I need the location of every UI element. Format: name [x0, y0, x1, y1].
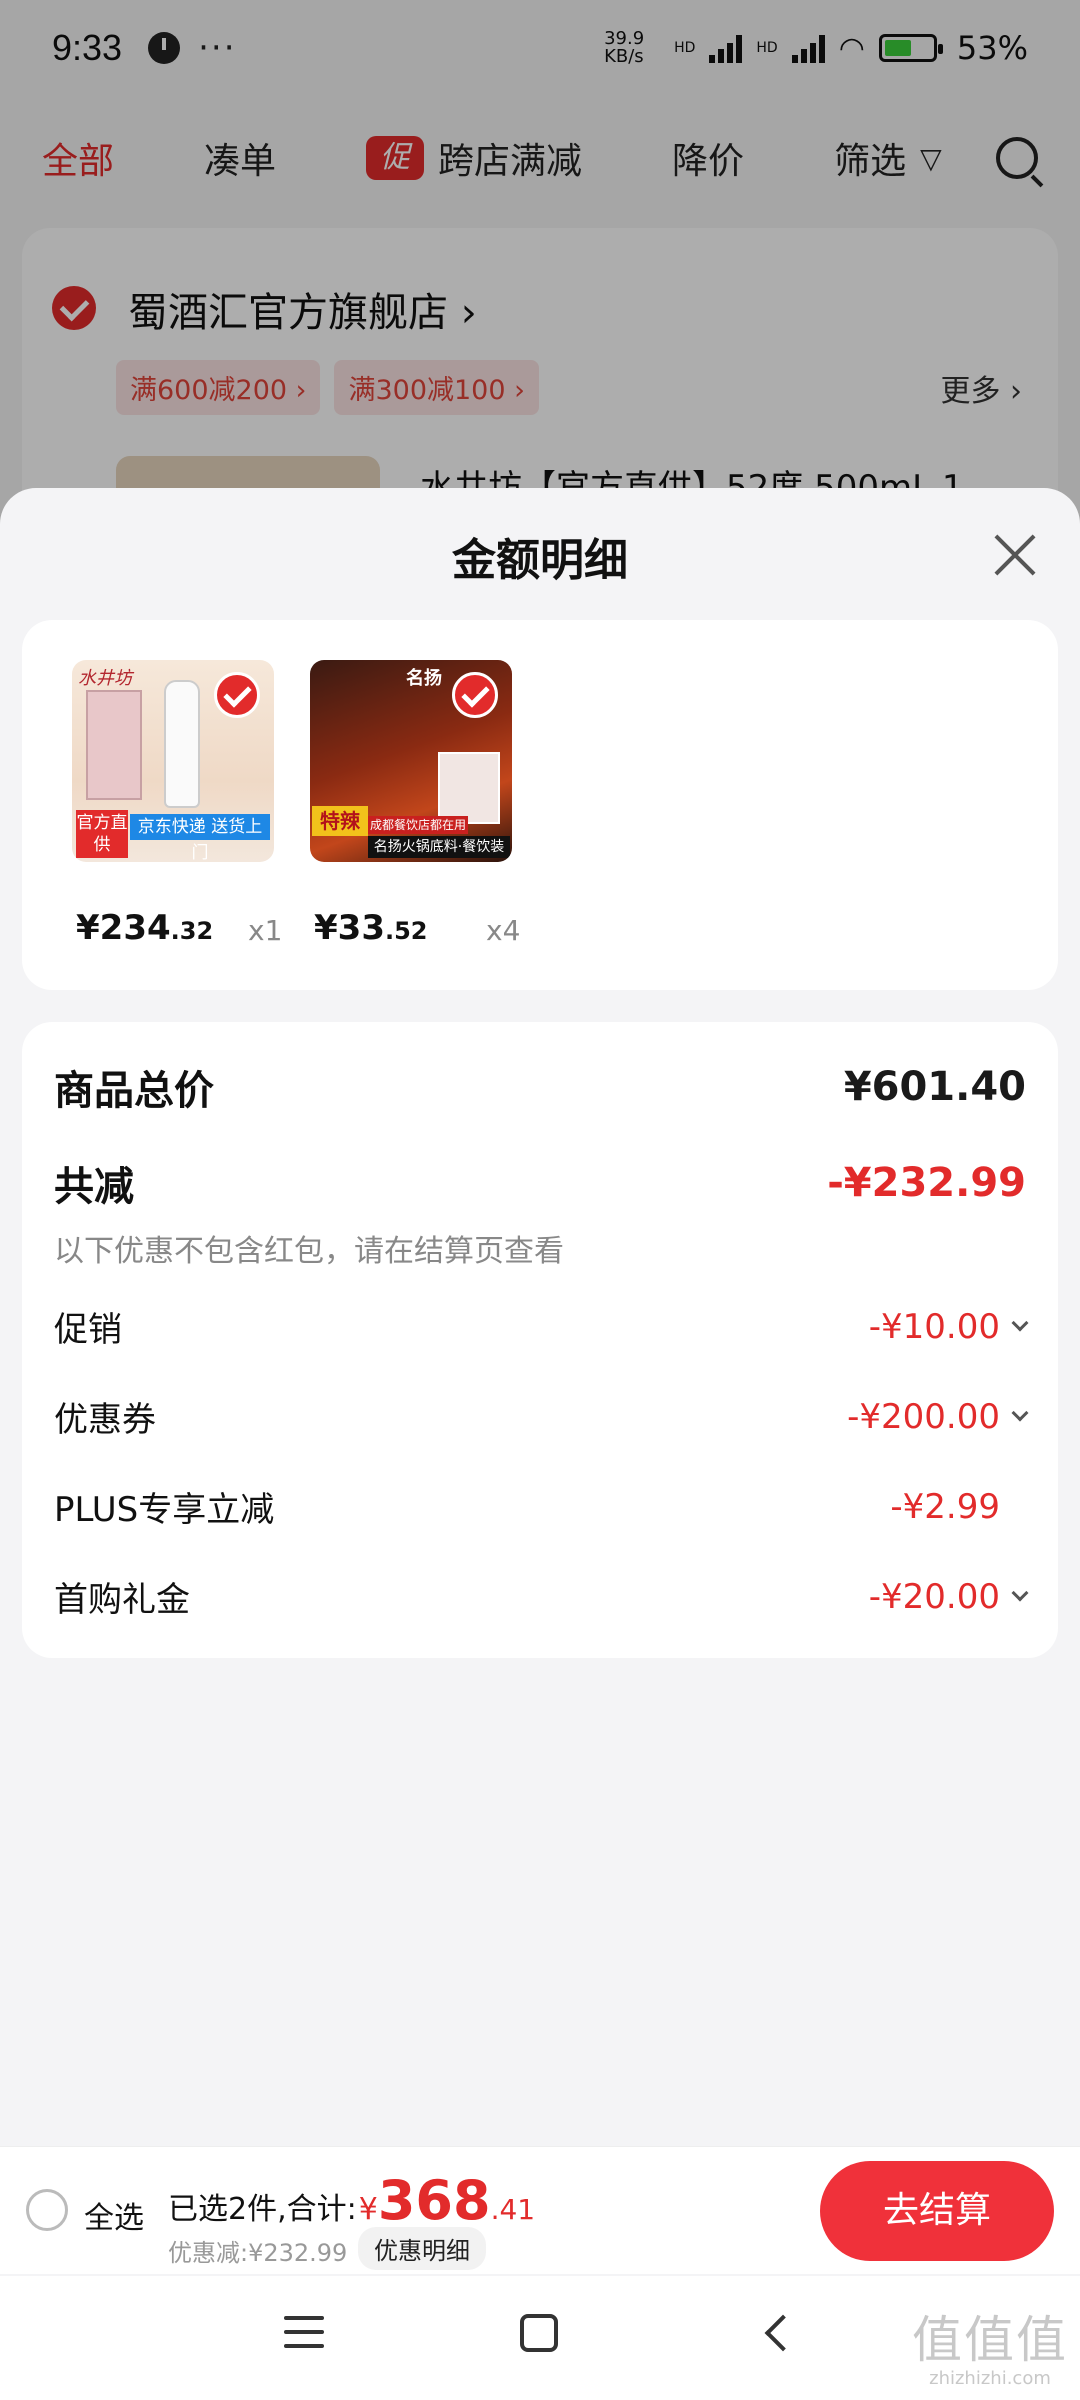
selected-check-icon — [214, 672, 260, 718]
discount-row-plus: PLUS专享立减 -¥2.99 — [54, 1482, 1026, 1531]
discount-row-promotion[interactable]: 促销 -¥10.00 — [54, 1302, 1029, 1351]
spicy-tag: 特辣 — [312, 806, 368, 836]
goods-qty: x1 — [248, 914, 283, 947]
chevron-down-icon — [1011, 1584, 1029, 1601]
product-strip: 名扬火锅底料·餐饮装 — [368, 836, 510, 858]
watermark-url: zhizhizhi.com — [929, 2368, 1051, 2389]
bottle-graphic — [164, 680, 200, 808]
chevron-down-icon — [1011, 1314, 1029, 1331]
discount-value: -¥2.99 — [890, 1486, 1000, 1527]
menu-icon[interactable] — [284, 2316, 324, 2352]
back-icon[interactable] — [764, 2314, 802, 2352]
goods-card: 水井坊 官方直供 京东快递 送货上门 ¥234.32 x1 名扬 成都餐饮店都在… — [22, 620, 1058, 990]
checkout-bar: 全选 已选2件,合计: ¥ 368 .41 优惠减:¥232.99 优惠明细 去… — [0, 2146, 1080, 2274]
checkout-button[interactable]: 去结算 — [820, 2161, 1054, 2261]
chevron-down-icon — [1011, 1404, 1029, 1421]
discount-label: 首购礼金 — [54, 1580, 190, 1620]
total-reduce-value: -¥232.99 — [827, 1160, 1026, 1206]
goods-qty: x4 — [486, 914, 521, 947]
goods-price: ¥33.52 — [314, 908, 428, 948]
watermark-logo: 值值值 — [912, 2311, 1068, 2369]
home-icon[interactable] — [520, 2314, 558, 2352]
product-image: 水井坊 官方直供 京东快递 送货上门 — [72, 660, 274, 862]
total-reduce-row: 共减 -¥232.99 — [54, 1154, 1026, 1212]
gift-box-graphic — [86, 690, 142, 800]
discount-value: -¥20.00 — [869, 1577, 1029, 1617]
promo-strip: 成都餐饮店都在用 — [368, 816, 468, 834]
discount-label: PLUS专享立减 — [54, 1490, 275, 1530]
discount-label: 促销 — [54, 1310, 122, 1350]
discount-row-coupon[interactable]: 优惠券 -¥200.00 — [54, 1392, 1029, 1441]
total-decimal: .41 — [490, 2193, 536, 2226]
amount-detail-sheet: 金额明细 水井坊 官方直供 京东快递 送货上门 ¥234.32 x1 名扬 成都… — [0, 488, 1080, 2400]
discount-value: -¥10.00 — [869, 1307, 1029, 1347]
currency-symbol: ¥ — [358, 2192, 378, 2227]
brand-logo: 水井坊 — [78, 668, 132, 689]
goods-price: ¥234.32 — [76, 908, 214, 948]
delivery-label: 京东快递 送货上门 — [130, 814, 270, 862]
total-price-value: ¥601.40 — [843, 1064, 1026, 1110]
order-summary: 已选2件,合计: ¥ 368 .41 — [168, 2169, 535, 2232]
price-detail-card: 商品总价 ¥601.40 共减 -¥232.99 以下优惠不包含红包，请在结算页… — [22, 1022, 1058, 1658]
total-integer: 368 — [377, 2169, 491, 2232]
selected-check-icon — [452, 672, 498, 718]
total-reduce-label: 共减 — [54, 1164, 134, 1210]
total-price-row: 商品总价 ¥601.40 — [54, 1058, 1026, 1116]
discount-label: 优惠券 — [54, 1400, 156, 1440]
watermark: 值值值 zhizhizhi.com — [912, 2300, 1068, 2389]
total-price-label: 商品总价 — [54, 1068, 214, 1114]
product-image: 名扬 成都餐饮店都在用 特辣 名扬火锅底料·餐饮装 — [310, 660, 512, 862]
select-all-label[interactable]: 全选 — [84, 2193, 144, 2237]
summary-label: 已选2件,合计: — [168, 2192, 357, 2227]
brand-logo: 名扬 — [406, 668, 442, 689]
discount-detail-button[interactable]: 优惠明细 — [358, 2227, 486, 2270]
select-all-radio[interactable] — [26, 2189, 68, 2231]
goods-item[interactable]: 水井坊 官方直供 京东快递 送货上门 ¥234.32 x1 — [72, 660, 282, 948]
discount-note: 以下优惠不包含红包，请在结算页查看 — [54, 1234, 564, 1269]
saved-amount: 优惠减:¥232.99 — [168, 2239, 348, 2267]
official-label: 官方直供 — [76, 810, 128, 858]
discount-row-first-purchase[interactable]: 首购礼金 -¥20.00 — [54, 1572, 1029, 1621]
sheet-title: 金额明细 — [452, 535, 628, 586]
discount-value: -¥200.00 — [847, 1397, 1029, 1437]
close-icon[interactable] — [992, 532, 1038, 578]
package-graphic — [438, 752, 500, 824]
goods-item[interactable]: 名扬 成都餐饮店都在用 特辣 名扬火锅底料·餐饮装 ¥33.52 x4 — [310, 660, 520, 948]
